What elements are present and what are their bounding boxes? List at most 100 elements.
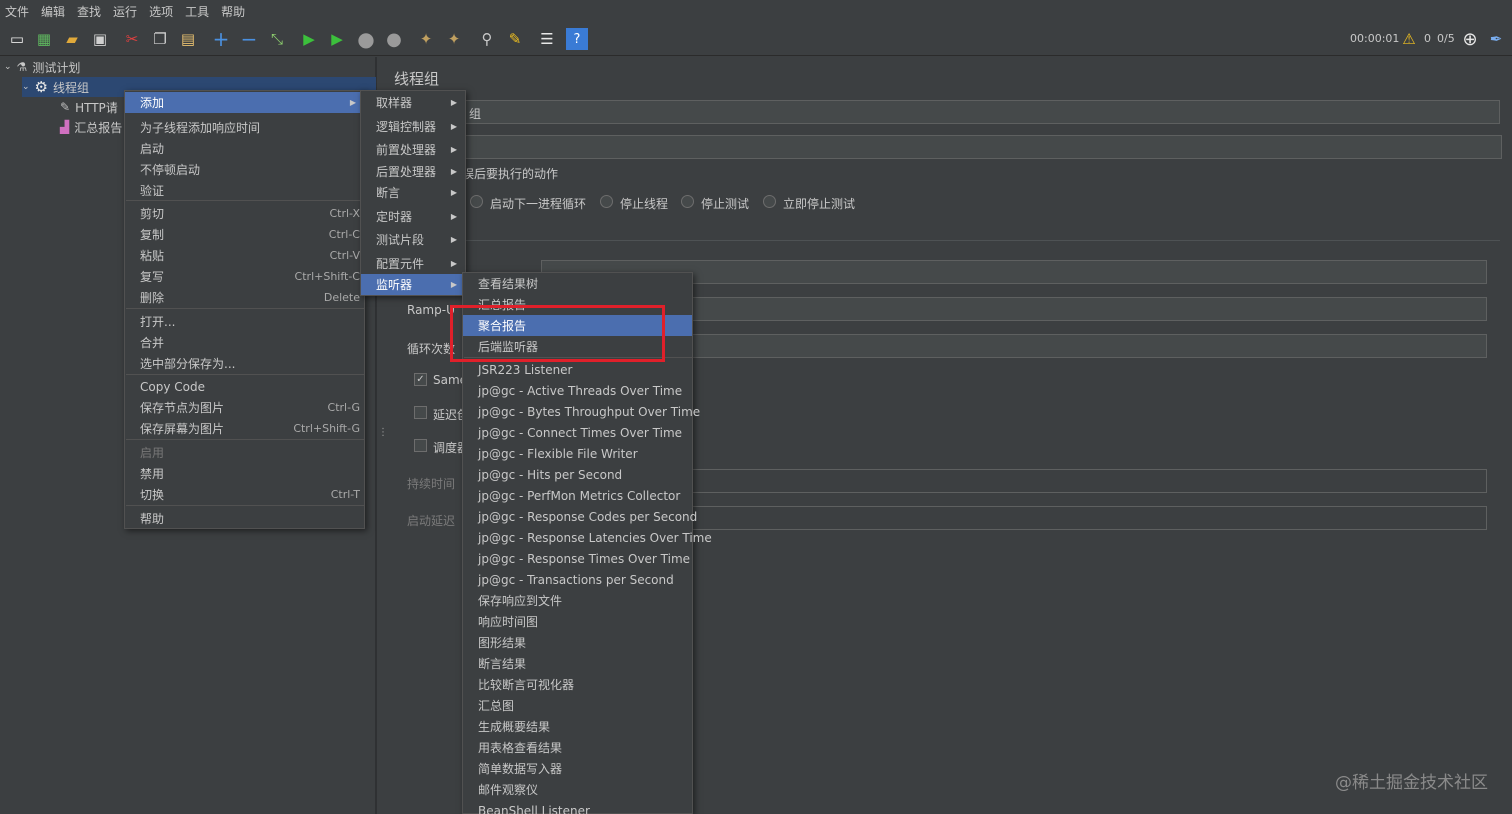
listener-submenu-item-9[interactable]: jp@gc - Hits per Second	[463, 464, 692, 485]
clear-icon[interactable]: ✦	[415, 28, 437, 50]
listener-submenu-item-0[interactable]: 查看结果树	[463, 273, 692, 294]
add-submenu-item-8[interactable]: 监听器 ▶	[361, 274, 465, 295]
tree-node-summary-report[interactable]: ▟ 汇总报告	[60, 117, 122, 137]
context-menu-item-13[interactable]: Copy Code	[125, 376, 364, 397]
delay-create-checkbox[interactable]	[414, 406, 427, 419]
context-menu-item-12[interactable]: 选中部分保存为...	[125, 353, 364, 374]
drag-handle-icon[interactable]: ⋮	[378, 427, 388, 438]
clear-all-icon[interactable]: ✦	[443, 28, 465, 50]
chevron-down-icon[interactable]: ⌄	[4, 62, 12, 72]
open-icon[interactable]: ▰	[61, 28, 83, 50]
name-field[interactable]: 组	[462, 100, 1500, 124]
listener-submenu-item-14[interactable]: jp@gc - Transactions per Second	[463, 569, 692, 590]
add-submenu-item-4[interactable]: 断言 ▶	[361, 182, 465, 203]
listener-submenu-item-21[interactable]: 生成概要结果	[463, 716, 692, 737]
menu-run[interactable]: 运行	[108, 3, 144, 20]
listener-submenu-item-7[interactable]: jp@gc - Connect Times Over Time	[463, 422, 692, 443]
startup-delay-field[interactable]	[690, 506, 1487, 530]
expand-icon[interactable]: +	[210, 27, 232, 51]
add-submenu-item-2[interactable]: 前置处理器 ▶	[361, 139, 465, 160]
context-menu-item-8[interactable]: 复写 Ctrl+Shift-C	[125, 266, 364, 287]
listener-submenu-item-6[interactable]: jp@gc - Bytes Throughput Over Time	[463, 401, 700, 422]
context-menu-item-4[interactable]: 验证	[125, 180, 364, 201]
listener-submenu-item-20[interactable]: 汇总图	[463, 695, 692, 716]
menu-file[interactable]: 文件	[0, 3, 36, 20]
scheduler-checkbox[interactable]	[414, 439, 427, 452]
context-menu-item-11[interactable]: 合并	[125, 332, 364, 353]
save-icon[interactable]: ▣	[89, 28, 111, 50]
context-menu-item-1[interactable]: 为子线程添加响应时间	[125, 117, 364, 138]
listener-submenu-item-16[interactable]: 响应时间图	[463, 611, 692, 632]
stop-icon[interactable]: ●	[355, 27, 377, 51]
context-menu-item-7[interactable]: 粘贴 Ctrl-V	[125, 245, 364, 266]
help-icon[interactable]: ?	[566, 28, 588, 50]
warning-icon[interactable]: ⚠	[1398, 28, 1420, 50]
add-submenu-item-5[interactable]: 定时器 ▶	[361, 206, 465, 227]
context-menu-item-9[interactable]: 删除 Delete	[125, 287, 364, 308]
listener-submenu-item-10[interactable]: jp@gc - PerfMon Metrics Collector	[463, 485, 692, 506]
menu-search[interactable]: 查找	[72, 3, 108, 20]
tree-node-test-plan[interactable]: ⌄ ⚗ 测试计划	[4, 57, 80, 77]
listener-submenu-item-15[interactable]: 保存响应到文件	[463, 590, 692, 611]
context-menu-item-15[interactable]: 保存屏幕为图片 Ctrl+Shift-G	[125, 418, 364, 439]
templates-icon[interactable]: ▦	[33, 28, 55, 50]
copy-icon[interactable]: ❐	[149, 28, 171, 50]
listener-submenu-item-19[interactable]: 比较断言可视化器	[463, 674, 692, 695]
radio-stop-thread[interactable]	[600, 195, 613, 208]
context-menu-item-10[interactable]: 打开...	[125, 311, 364, 332]
start-icon[interactable]: ▶	[298, 28, 320, 50]
comments-field[interactable]	[462, 135, 1502, 159]
listener-submenu-item-12[interactable]: jp@gc - Response Latencies Over Time	[463, 527, 712, 548]
listener-submenu-item-17[interactable]: 图形结果	[463, 632, 692, 653]
context-menu-item-6[interactable]: 复制 Ctrl-C	[125, 224, 364, 245]
add-submenu-item-6[interactable]: 测试片段 ▶	[361, 229, 465, 250]
chevron-down-icon[interactable]: ⌄	[22, 82, 30, 92]
menu-options[interactable]: 选项	[144, 3, 180, 20]
context-menu-item-17[interactable]: 禁用	[125, 463, 364, 484]
menu-help[interactable]: 帮助	[216, 3, 252, 20]
context-menu-item-18[interactable]: 切换 Ctrl-T	[125, 484, 364, 505]
add-submenu-item-7[interactable]: 配置元件 ▶	[361, 253, 465, 274]
feather-icon[interactable]: ✒	[1485, 28, 1507, 50]
radio-continue[interactable]	[470, 195, 483, 208]
menu-tools[interactable]: 工具	[180, 3, 216, 20]
context-menu-item-0[interactable]: 添加 ▶	[125, 92, 364, 113]
listener-submenu-item-13[interactable]: jp@gc - Response Times Over Time	[463, 548, 692, 569]
function-helper-icon[interactable]: ☰	[536, 28, 558, 50]
listener-submenu-item-23[interactable]: 简单数据写入器	[463, 758, 692, 779]
listener-submenu-item-4[interactable]: JSR223 Listener	[463, 359, 692, 380]
same-user-checkbox[interactable]: ✓	[414, 373, 427, 386]
loop-count-field[interactable]	[690, 334, 1487, 358]
context-menu-item-5[interactable]: 剪切 Ctrl-X	[125, 203, 364, 224]
radio-stop-now[interactable]	[763, 195, 776, 208]
listener-submenu-item-11[interactable]: jp@gc - Response Codes per Second	[463, 506, 697, 527]
new-icon[interactable]: ▭	[6, 28, 28, 50]
listener-submenu-item-5[interactable]: jp@gc - Active Threads Over Time	[463, 380, 692, 401]
context-menu-item-19[interactable]: 帮助	[125, 508, 364, 529]
duration-field[interactable]	[690, 469, 1487, 493]
add-submenu-item-0[interactable]: 取样器 ▶	[361, 92, 465, 113]
context-menu-item-3[interactable]: 不停顿启动	[125, 159, 364, 180]
remote-icon[interactable]: ⊕	[1459, 28, 1481, 50]
tree-node-http-request[interactable]: ✎ HTTP请	[60, 97, 118, 117]
cut-icon[interactable]: ✂	[121, 28, 143, 50]
add-submenu-item-3[interactable]: 后置处理器 ▶	[361, 161, 465, 182]
ramp-up-field[interactable]	[690, 297, 1487, 321]
collapse-icon[interactable]: −	[238, 27, 260, 51]
listener-submenu-item-24[interactable]: 邮件观察仪	[463, 779, 692, 800]
start-no-pause-icon[interactable]: ▶	[326, 28, 348, 50]
add-submenu-item-1[interactable]: 逻辑控制器 ▶	[361, 116, 465, 137]
shutdown-icon[interactable]: ●	[383, 28, 405, 50]
listener-submenu-item-25[interactable]: BeanShell Listener	[463, 800, 692, 814]
listener-submenu-item-22[interactable]: 用表格查看结果	[463, 737, 692, 758]
toggle-icon[interactable]: ⤡	[266, 28, 288, 50]
menu-edit[interactable]: 编辑	[36, 3, 72, 20]
reset-search-icon[interactable]: ✎	[504, 28, 526, 50]
listener-submenu-item-18[interactable]: 断言结果	[463, 653, 692, 674]
context-menu-item-2[interactable]: 启动	[125, 138, 364, 159]
search-icon[interactable]: ⚲	[476, 28, 498, 50]
radio-stop-test[interactable]	[681, 195, 694, 208]
context-menu-item-14[interactable]: 保存节点为图片 Ctrl-G	[125, 397, 364, 418]
paste-icon[interactable]: ▤	[177, 28, 199, 50]
listener-submenu-item-8[interactable]: jp@gc - Flexible File Writer	[463, 443, 692, 464]
